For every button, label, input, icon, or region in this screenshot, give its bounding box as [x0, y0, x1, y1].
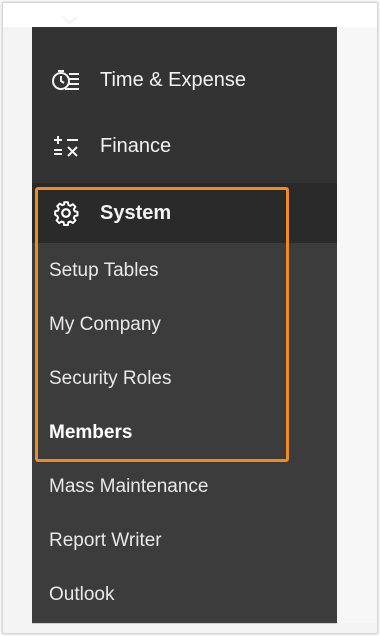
nav-item-label: System: [100, 201, 172, 224]
screenshot-frame: Time & Expense Finance System Setup Tabl…: [2, 2, 378, 634]
submenu-item-outlook[interactable]: Outlook: [49, 580, 319, 610]
gear-icon: [50, 199, 82, 227]
finance-icon: [50, 132, 82, 160]
submenu-item-report-writer[interactable]: Report Writer: [49, 526, 319, 556]
nav-item-system[interactable]: System: [32, 183, 337, 243]
submenu-item-mass-maintenance[interactable]: Mass Maintenance: [49, 472, 319, 502]
submenu-item-security-roles[interactable]: Security Roles: [49, 364, 319, 394]
submenu-item-setup-tables[interactable]: Setup Tables: [49, 256, 319, 286]
top-edge: [3, 3, 377, 27]
time-expense-icon: [50, 66, 82, 94]
nav-item-label: Finance: [100, 134, 172, 157]
submenu-item-members[interactable]: Members: [49, 418, 319, 448]
nav-item-label: Time & Expense: [100, 68, 246, 91]
nav-item-finance[interactable]: Finance: [32, 116, 337, 176]
bottom-divider: [32, 623, 337, 624]
submenu-item-my-company[interactable]: My Company: [49, 310, 319, 340]
content-area: [337, 27, 377, 623]
nav-item-time-expense[interactable]: Time & Expense: [32, 50, 337, 110]
partial-icon: [61, 13, 79, 27]
